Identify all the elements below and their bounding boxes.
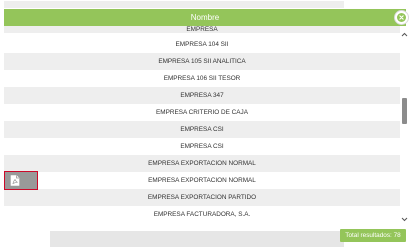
list-item[interactable]: EMPRESA EXPORTACION PARTIDO bbox=[4, 189, 400, 206]
list-item-label: EMPRESA EXPORTACION PARTIDO bbox=[147, 194, 257, 201]
list-item[interactable]: EMPRESA CSI bbox=[4, 121, 400, 138]
total-results-badge: Total resultados: 78 bbox=[340, 229, 406, 242]
list-item[interactable]: EMPRESA 106 SII TESOR bbox=[4, 70, 400, 87]
list-item[interactable]: EMPRESA 105 SII ANALITICA bbox=[4, 53, 400, 70]
chevron-down-icon bbox=[401, 217, 408, 222]
chevron-up-icon bbox=[401, 32, 408, 37]
list-item[interactable]: EMPRESA CRITERIO DE CAJA bbox=[4, 104, 400, 121]
list-item-label: EMPRESA CSI bbox=[180, 143, 224, 150]
pdf-file-icon bbox=[10, 175, 20, 186]
close-button[interactable] bbox=[394, 10, 409, 25]
close-icon bbox=[397, 13, 406, 22]
column-header-label: Nombre bbox=[190, 13, 220, 22]
list-item-label: EMPRESA CRITERIO DE CAJA bbox=[156, 109, 248, 116]
scrollbar[interactable] bbox=[400, 26, 409, 226]
list-item-label: EMPRESA 106 SII TESOR bbox=[163, 75, 241, 82]
list-item[interactable]: EMPRESA EXPORTACION NORMAL bbox=[4, 172, 400, 189]
column-header-nombre[interactable]: Nombre bbox=[4, 9, 406, 26]
list-item-label: EMPRESA 347 bbox=[180, 92, 224, 99]
list-item[interactable]: EMPRESA 104 SII bbox=[4, 36, 400, 53]
list-item-label: EMPRESA EXPORTACION NORMAL bbox=[148, 177, 256, 184]
scroll-down-button[interactable] bbox=[400, 215, 409, 224]
total-results-label: Total resultados: 78 bbox=[345, 232, 401, 239]
scroll-up-button[interactable] bbox=[400, 30, 409, 39]
list-item[interactable]: EMPRESA 347 bbox=[4, 87, 400, 104]
list-item[interactable]: EMPRESA bbox=[4, 26, 400, 33]
list-item-label: EMPRESA FACTURADORA, S.A. bbox=[153, 211, 251, 218]
list-item-label: EMPRESA 105 SII ANALITICA bbox=[158, 58, 246, 65]
list-item-label: EMPRESA EXPORTACION NORMAL bbox=[148, 160, 256, 167]
list-item-label: EMPRESA CSI bbox=[180, 126, 224, 133]
list-item-label: EMPRESA bbox=[186, 26, 218, 33]
results-list: EMPRESA EMPRESA 104 SII EMPRESA 105 SII … bbox=[4, 26, 400, 224]
list-item[interactable]: EMPRESA CSI bbox=[4, 138, 400, 155]
background-strip-bottom bbox=[50, 231, 344, 247]
list-item[interactable]: EMPRESA FACTURADORA, S.A. bbox=[4, 206, 400, 223]
pdf-export-button[interactable] bbox=[4, 171, 38, 190]
list-item-label: EMPRESA 104 SII bbox=[175, 41, 229, 48]
background-strip-top bbox=[0, 0, 415, 8]
scrollbar-thumb[interactable] bbox=[402, 98, 407, 124]
background-strip-top-inner bbox=[4, 1, 344, 8]
page: Nombre EMPRESA EMPRESA 104 SII EMPRESA 1… bbox=[0, 0, 415, 247]
list-item[interactable]: EMPRESA EXPORTACION NORMAL bbox=[4, 155, 400, 172]
